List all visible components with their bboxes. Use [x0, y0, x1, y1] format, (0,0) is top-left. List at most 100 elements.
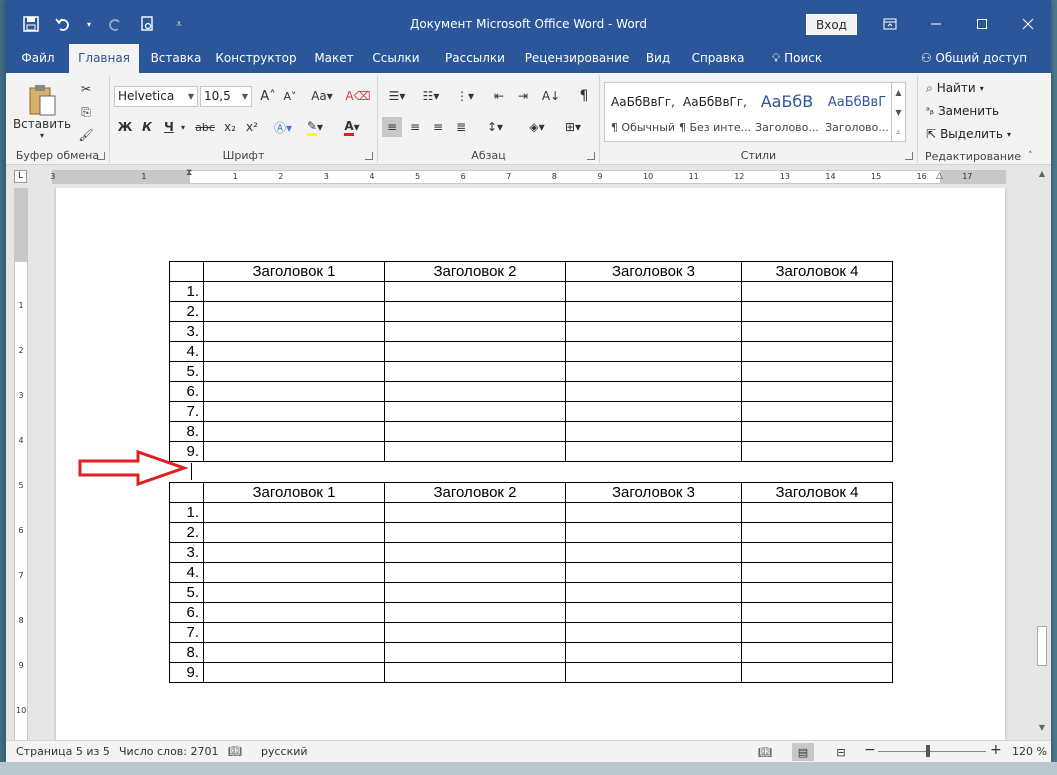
table-cell[interactable]	[384, 562, 566, 583]
table-cell[interactable]	[741, 321, 893, 342]
table-cell[interactable]	[203, 602, 385, 623]
table-cell[interactable]	[203, 662, 385, 683]
share-button[interactable]: ⚇ Общий доступ	[918, 44, 1030, 73]
web-layout-icon[interactable]: ⊟	[830, 743, 852, 761]
customize-qat-icon[interactable]: ⩡	[170, 15, 188, 33]
table-cell[interactable]	[203, 301, 385, 322]
table-cell[interactable]	[741, 642, 893, 663]
table-cell[interactable]	[741, 522, 893, 543]
print-preview-icon[interactable]	[138, 15, 156, 33]
subscript-button[interactable]: x₂	[220, 117, 240, 137]
table-cell[interactable]	[384, 542, 566, 563]
increase-indent-icon[interactable]: ⇥	[512, 86, 534, 106]
row-number-cell[interactable]: 5.	[169, 361, 204, 382]
table-cell[interactable]	[741, 622, 893, 643]
row-number-cell[interactable]: 6.	[169, 602, 204, 623]
table-cell[interactable]	[741, 401, 893, 422]
align-right-icon[interactable]: ≡	[428, 117, 448, 137]
print-layout-icon[interactable]: ▤	[792, 743, 814, 761]
table-cell[interactable]	[384, 361, 566, 382]
table-2[interactable]: Заголовок 1 Заголовок 2 Заголовок 3 Заголов…	[169, 482, 893, 683]
tab-view[interactable]: Вид	[640, 44, 676, 73]
table-cell[interactable]	[741, 361, 893, 382]
scroll-thumb[interactable]	[1037, 626, 1047, 666]
align-left-icon[interactable]: ≡	[382, 117, 402, 137]
table-cell[interactable]	[384, 341, 566, 362]
tab-layout[interactable]: Макет	[309, 44, 359, 73]
table-1[interactable]: Заголовок 1 Заголовок 2 Заголовок 3 Заголов…	[169, 261, 893, 462]
shading-icon[interactable]: ◈▾	[522, 117, 552, 137]
highlight-icon[interactable]: ✎ ▾	[300, 117, 330, 137]
table-cell[interactable]	[384, 642, 566, 663]
style-heading-1[interactable]: АаБбВ Заголово...	[751, 83, 823, 141]
text-effects-icon[interactable]: Ⓐ▾	[270, 117, 296, 137]
table-cell[interactable]	[203, 441, 385, 462]
row-number-cell[interactable]: 8.	[169, 421, 204, 442]
language-indicator[interactable]: русский	[261, 741, 308, 762]
style-no-spacing[interactable]: АаБбВвГг, ¶ Без инте...	[679, 83, 751, 141]
proofing-icon[interactable]: 📖︎	[228, 741, 242, 762]
table-header-cell[interactable]: Заголовок 3	[565, 482, 742, 503]
line-spacing-icon[interactable]: ↕▾	[480, 117, 510, 137]
row-number-cell[interactable]: 7.	[169, 401, 204, 422]
row-number-cell[interactable]: 5.	[169, 582, 204, 603]
tab-mailings[interactable]: Рассылки	[440, 44, 510, 73]
table-header-cell[interactable]: Заголовок 3	[565, 261, 742, 282]
cut-icon[interactable]: ✂	[76, 79, 96, 99]
table-cell[interactable]	[741, 562, 893, 583]
row-number-cell[interactable]: 1.	[169, 502, 204, 523]
table-cell[interactable]	[741, 542, 893, 563]
styles-launcher-icon[interactable]	[905, 152, 913, 160]
table-cell[interactable]	[203, 361, 385, 382]
table-cell[interactable]	[565, 381, 742, 402]
row-number-cell[interactable]: 8.	[169, 642, 204, 663]
multilevel-list-icon[interactable]: ⋮▾	[450, 86, 480, 106]
paragraph-launcher-icon[interactable]	[587, 152, 595, 160]
table-cell[interactable]	[203, 582, 385, 603]
pilcrow-icon[interactable]: ¶	[574, 86, 594, 106]
ruler-strip[interactable]: 3 1 1 2 3 4 5 6 7 8 9 10 11 12 13 14 15 16 17 ⧗ △	[50, 168, 1006, 184]
signin-button[interactable]: Вход	[806, 14, 857, 35]
find-button[interactable]: ⌕ Найти ▾	[926, 78, 984, 98]
table-cell[interactable]	[741, 281, 893, 302]
indent-marker-icon[interactable]: ⧗	[186, 168, 192, 178]
replace-button[interactable]: ᵃᵦ Заменить	[926, 101, 999, 121]
table-cell[interactable]	[565, 281, 742, 302]
table-cell[interactable]	[203, 321, 385, 342]
table-cell[interactable]	[203, 642, 385, 663]
more-styles-icon[interactable]: ⩡	[892, 123, 905, 143]
sort-icon[interactable]: A↓	[540, 86, 562, 106]
page-indicator[interactable]: Страница 5 из 5	[16, 741, 110, 762]
table-cell[interactable]	[384, 441, 566, 462]
table-cell[interactable]	[384, 582, 566, 603]
table-cell[interactable]	[384, 301, 566, 322]
tab-selector-icon[interactable]: L	[14, 170, 27, 183]
font-name-combo[interactable]: Helvetica ▼	[114, 86, 198, 107]
table-cell[interactable]	[203, 622, 385, 643]
font-size-combo[interactable]: 10,5 ▼	[200, 86, 252, 107]
row-number-cell[interactable]: 3.	[169, 542, 204, 563]
chevron-down-icon[interactable]: ▼	[892, 103, 905, 123]
table-cell[interactable]	[384, 502, 566, 523]
table-cell[interactable]	[203, 401, 385, 422]
row-number-cell[interactable]: 6.	[169, 381, 204, 402]
shrink-font-icon[interactable]: A˅	[280, 86, 300, 106]
bold-button[interactable]: Ж	[116, 117, 134, 137]
table-cell[interactable]	[384, 602, 566, 623]
table-header-cell[interactable]: Заголовок 1	[203, 482, 385, 503]
table-cell[interactable]	[384, 401, 566, 422]
row-number-cell[interactable]: 4.	[169, 341, 204, 362]
table-cell[interactable]	[384, 281, 566, 302]
tab-file[interactable]: Файл	[16, 44, 60, 73]
zoom-slider[interactable]	[878, 751, 986, 752]
table-cell[interactable]	[565, 582, 742, 603]
table-cell[interactable]	[565, 502, 742, 523]
table-cell[interactable]	[741, 502, 893, 523]
table-cell[interactable]	[741, 341, 893, 362]
paste-button[interactable]: Вставить ▾	[13, 79, 71, 143]
table-cell[interactable]	[565, 301, 742, 322]
table-cell[interactable]	[565, 562, 742, 583]
table-cell[interactable]	[384, 421, 566, 442]
superscript-button[interactable]: x²	[242, 117, 262, 137]
table-cell[interactable]	[384, 622, 566, 643]
